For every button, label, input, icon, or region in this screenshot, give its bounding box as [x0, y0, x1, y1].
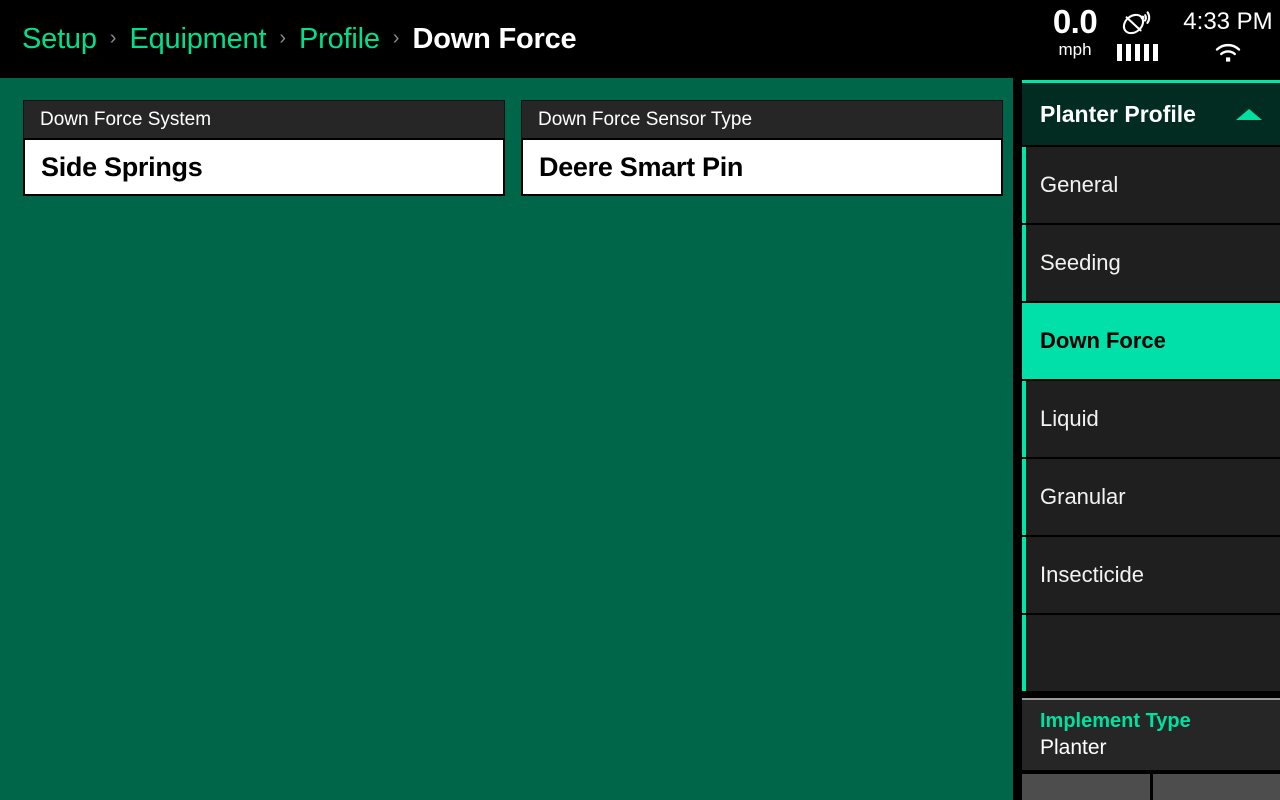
sidebar-item-seeding[interactable]: Seeding: [1022, 225, 1280, 301]
breadcrumb-separator-icon: ›: [392, 27, 400, 49]
sidebar-item-label: Insecticide: [1040, 562, 1144, 587]
item-accent-stripe: [1022, 459, 1026, 535]
card-value-box[interactable]: Deere Smart Pin: [521, 138, 1003, 196]
card-label: Down Force System: [40, 108, 212, 130]
sidebar-item-partial[interactable]: [1022, 615, 1280, 691]
sidebar-item-label: Liquid: [1040, 406, 1099, 431]
implement-type-label: Implement Type: [1040, 710, 1191, 732]
sidebar-item-insecticide[interactable]: Insecticide: [1022, 537, 1280, 613]
back-button[interactable]: Back: [1152, 774, 1280, 800]
implement-type-value: Planter: [1040, 736, 1107, 759]
implement-type-info: Implement Type Planter: [1022, 698, 1280, 770]
breadcrumb-item-current: Down Force: [412, 22, 577, 55]
item-accent-stripe: [1022, 303, 1026, 379]
sidebar-item-down-force[interactable]: Down Force: [1022, 303, 1280, 379]
card-value: Deere Smart Pin: [539, 151, 744, 182]
item-accent-stripe: [1022, 537, 1026, 613]
top-bar: Setup › Equipment › Profile › Down Force…: [0, 0, 1280, 78]
sidebar-item-liquid[interactable]: Liquid: [1022, 381, 1280, 457]
gps-signal-bars: [1116, 44, 1158, 61]
item-accent-stripe: [1022, 381, 1026, 457]
card-value: Side Springs: [41, 151, 203, 182]
planter-display-screen: Setup › Equipment › Profile › Down Force…: [0, 0, 1280, 800]
sidebar-item-granular[interactable]: Granular: [1022, 459, 1280, 535]
breadcrumb: Setup › Equipment › Profile › Down Force: [0, 0, 577, 78]
breadcrumb-item-equipment[interactable]: Equipment: [129, 23, 266, 56]
satellite-dish-icon: [1121, 9, 1153, 39]
item-accent-stripe: [1022, 147, 1026, 223]
nav-button-bar: Home Back: [1022, 774, 1280, 800]
panel-title: Planter Profile: [1040, 100, 1196, 127]
right-sidebar: Planter Profile General Seeding Down For…: [1013, 78, 1280, 800]
breadcrumb-item-profile[interactable]: Profile: [299, 23, 380, 56]
item-accent-stripe: [1022, 615, 1026, 691]
gps-indicator[interactable]: [1104, 9, 1170, 61]
breadcrumb-separator-icon: ›: [109, 27, 117, 49]
sidebar-item-label: Down Force: [1040, 328, 1166, 353]
clock: 4:33 PM: [1178, 8, 1278, 63]
sidebar-item-label: Seeding: [1040, 250, 1121, 275]
breadcrumb-separator-icon: ›: [279, 27, 286, 49]
card-header: Down Force Sensor Type: [521, 100, 1003, 138]
card-label: Down Force Sensor Type: [538, 108, 753, 130]
wifi-icon[interactable]: [1214, 42, 1242, 63]
home-button[interactable]: Home: [1022, 774, 1150, 800]
breadcrumb-item-setup[interactable]: Setup: [22, 23, 97, 56]
setting-card-down-force-sensor-type[interactable]: Down Force Sensor Type Deere Smart Pin: [521, 100, 1003, 196]
sidebar-item-label: Granular: [1040, 484, 1126, 509]
settings-card-list: Down Force System Side Springs Down Forc…: [0, 78, 1013, 196]
status-bar: 0.0 mph 4:33 PM: [1000, 0, 1280, 78]
main-content-area: Down Force System Side Springs Down Forc…: [0, 78, 1013, 800]
item-accent-stripe: [1022, 225, 1026, 301]
sidebar-menu-scroll[interactable]: General Seeding Down Force Liquid Granul…: [1022, 147, 1280, 693]
sidebar-item-label: General: [1040, 172, 1119, 197]
panel-header-planter-profile[interactable]: Planter Profile: [1022, 83, 1280, 145]
chevron-up-icon[interactable]: [1236, 108, 1262, 120]
card-header: Down Force System: [23, 100, 505, 138]
sidebar-item-general[interactable]: General: [1022, 147, 1280, 223]
setting-card-down-force-system[interactable]: Down Force System Side Springs: [23, 100, 505, 196]
time-value: 4:33 PM: [1183, 8, 1273, 35]
card-value-box[interactable]: Side Springs: [23, 138, 505, 196]
